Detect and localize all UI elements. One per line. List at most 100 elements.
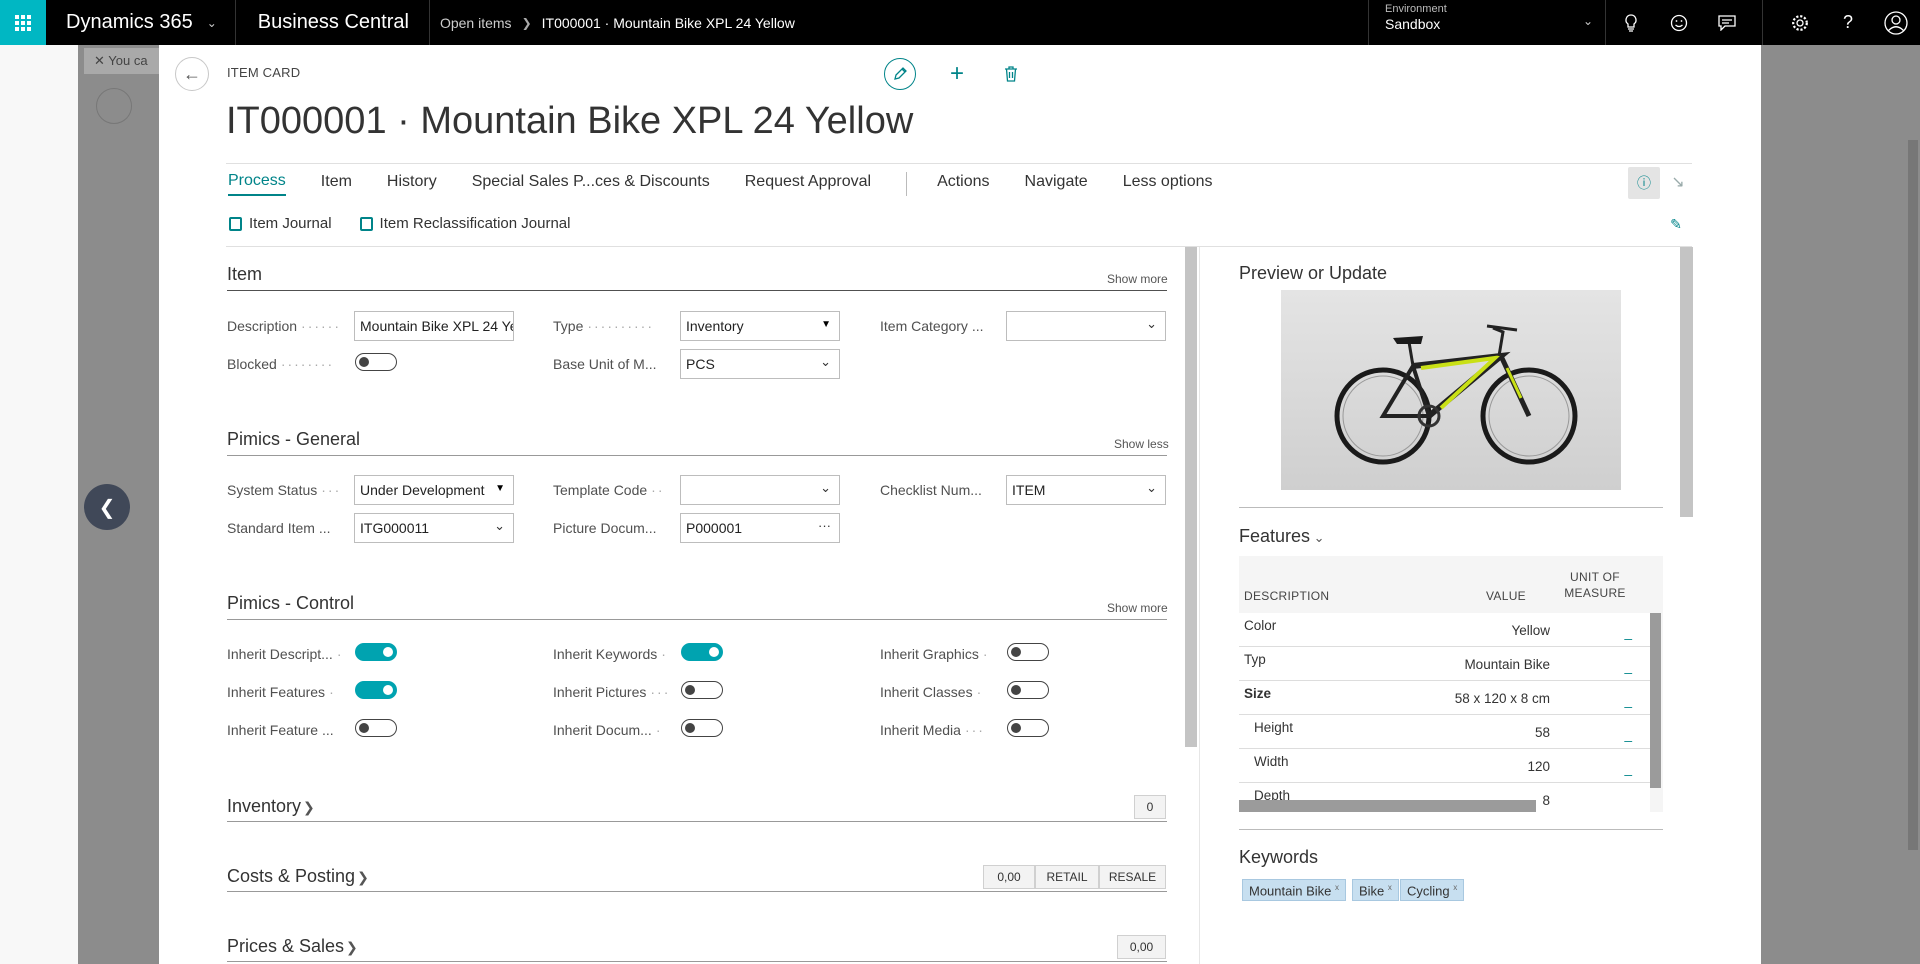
main-scrollbar[interactable] bbox=[1185, 247, 1197, 747]
table-row[interactable]: Typ Mountain Bike _ bbox=[1239, 647, 1650, 681]
tab-navigate[interactable]: Navigate bbox=[1025, 173, 1088, 195]
features-horizontal-scrollbar[interactable] bbox=[1239, 800, 1536, 812]
chevron-down-icon: ⌄ bbox=[820, 354, 831, 369]
product-name: Dynamics 365 bbox=[66, 11, 193, 33]
inherit-classes-toggle[interactable] bbox=[1007, 681, 1049, 699]
system-status-select[interactable]: Under Development ▼ bbox=[354, 475, 514, 505]
inherit-pictures-toggle[interactable] bbox=[681, 681, 723, 699]
inherit-docum-toggle[interactable] bbox=[681, 719, 723, 737]
table-row[interactable]: Height 58 _ bbox=[1239, 715, 1650, 749]
inherit-feature-x-toggle[interactable] bbox=[355, 719, 397, 737]
item-picture[interactable] bbox=[1281, 290, 1621, 490]
inherit-media-label: Inherit Media ··· bbox=[880, 722, 985, 738]
section-title-pimics-control[interactable]: Pimics - Control bbox=[227, 593, 354, 614]
tab-request-approval[interactable]: Request Approval bbox=[745, 173, 871, 195]
table-row[interactable]: Size 58 x 120 x 8 cm _ bbox=[1239, 681, 1650, 715]
chevron-down-icon: ⌄ bbox=[494, 518, 505, 533]
background-scrollbar bbox=[1908, 140, 1918, 850]
info-icon[interactable]: ⓘ bbox=[1628, 167, 1660, 199]
pin-icon[interactable]: ✎ bbox=[1664, 212, 1688, 236]
background-back-button bbox=[96, 88, 132, 124]
tab-history[interactable]: History bbox=[387, 173, 437, 195]
keyword-tag[interactable]: Bike x bbox=[1352, 879, 1399, 901]
less-options-button[interactable]: Less options bbox=[1123, 173, 1213, 195]
delete-button[interactable] bbox=[998, 58, 1024, 90]
item-reclass-journal-action[interactable]: Item Reclassification Journal bbox=[359, 215, 571, 232]
item-reclass-journal-label: Item Reclassification Journal bbox=[379, 215, 571, 232]
collapse-icon[interactable]: ↘ bbox=[1666, 170, 1690, 194]
bicycle-image bbox=[1281, 290, 1621, 490]
inherit-keywords-toggle[interactable] bbox=[681, 643, 723, 661]
chat-icon[interactable] bbox=[1703, 0, 1751, 45]
app-name[interactable]: Business Central bbox=[236, 0, 430, 45]
breadcrumb-parent[interactable]: Open items bbox=[440, 15, 512, 31]
journal-icon bbox=[229, 216, 242, 231]
base-uom-label: Base Unit of M... bbox=[553, 356, 657, 372]
tab-special-sales-prices[interactable]: Special Sales P...ces & Discounts bbox=[472, 173, 710, 195]
costs-badge-value: 0,00 bbox=[983, 865, 1035, 889]
inherit-docum-label: Inherit Docum... · bbox=[553, 722, 663, 738]
item-category-select[interactable]: ⌄ bbox=[1006, 311, 1166, 341]
sub-actions: Item Journal Item Reclassification Journ… bbox=[229, 215, 598, 232]
costs-badge-retail: RETAIL bbox=[1035, 865, 1099, 889]
page-title: IT000001 · Mountain Bike XPL 24 Yellow bbox=[226, 100, 914, 142]
picture-doc-input[interactable]: P000001 ··· bbox=[680, 513, 840, 543]
previous-record-button[interactable]: ❮ bbox=[84, 484, 130, 530]
item-journal-action[interactable]: Item Journal bbox=[229, 215, 332, 232]
section-title-costs-posting[interactable]: Costs & Posting ❯ bbox=[227, 866, 369, 887]
section-title-pimics-general[interactable]: Pimics - General bbox=[227, 429, 360, 450]
pimics-control-show-more-link[interactable]: Show more bbox=[1107, 601, 1168, 615]
table-row[interactable]: Width 120 _ bbox=[1239, 749, 1650, 783]
lightbulb-icon[interactable] bbox=[1607, 0, 1655, 45]
features-title[interactable]: Features ⌄ bbox=[1239, 526, 1325, 547]
inherit-classes-label: Inherit Classes · bbox=[880, 684, 984, 700]
section-title-prices-sales[interactable]: Prices & Sales ❯ bbox=[227, 936, 358, 957]
base-uom-select[interactable]: PCS ⌄ bbox=[680, 349, 840, 379]
inherit-descr-toggle[interactable] bbox=[355, 643, 397, 661]
keyword-tag[interactable]: Cycling x bbox=[1400, 879, 1465, 901]
tab-item[interactable]: Item bbox=[321, 173, 352, 195]
type-label: Type ·········· bbox=[553, 318, 654, 334]
chevron-down-icon: ⌄ bbox=[820, 480, 831, 495]
action-bar: Process Item History Special Sales P...c… bbox=[228, 172, 1248, 196]
user-avatar[interactable] bbox=[1872, 0, 1920, 45]
standard-item-select[interactable]: ITG000011 ⌄ bbox=[354, 513, 514, 543]
inherit-graphics-toggle[interactable] bbox=[1007, 643, 1049, 661]
section-title-item[interactable]: Item bbox=[227, 264, 262, 285]
environment-switcher[interactable]: Environment Sandbox ⌄ bbox=[1368, 0, 1606, 45]
col-header-uom[interactable]: UNIT OF MEASURE bbox=[1563, 570, 1627, 600]
gear-icon[interactable] bbox=[1776, 0, 1824, 45]
type-select[interactable]: Inventory ▼ bbox=[680, 311, 840, 341]
inherit-features-toggle[interactable] bbox=[355, 681, 397, 699]
inherit-descr-label: Inherit Descript... · bbox=[227, 646, 344, 662]
factbox-scrollbar[interactable] bbox=[1680, 247, 1693, 517]
col-header-description[interactable]: DESCRIPTION bbox=[1244, 589, 1329, 603]
col-header-value[interactable]: VALUE bbox=[1486, 589, 1526, 603]
tab-actions[interactable]: Actions bbox=[937, 173, 989, 195]
table-row[interactable]: Color Yellow _ bbox=[1239, 613, 1650, 647]
help-icon[interactable]: ? bbox=[1824, 0, 1872, 45]
breadcrumb-current: IT000001 · Mountain Bike XPL 24 Yellow bbox=[541, 14, 795, 31]
inherit-media-toggle[interactable] bbox=[1007, 719, 1049, 737]
features-vertical-scrollbar[interactable] bbox=[1650, 613, 1661, 788]
edit-button[interactable] bbox=[884, 58, 916, 90]
new-button[interactable]: + bbox=[944, 58, 970, 90]
template-code-select[interactable]: ⌄ bbox=[680, 475, 840, 505]
product-switcher[interactable]: Dynamics 365 ⌄ bbox=[46, 0, 236, 45]
description-input[interactable]: Mountain Bike XPL 24 Ye bbox=[354, 311, 514, 341]
background-notification-text: You ca bbox=[108, 53, 148, 68]
smiley-icon[interactable] bbox=[1655, 0, 1703, 45]
item-show-more-link[interactable]: Show more bbox=[1107, 272, 1168, 286]
app-launcher-button[interactable] bbox=[0, 0, 46, 45]
remove-keyword-icon: x bbox=[1453, 883, 1458, 892]
chevron-right-icon: ❯ bbox=[346, 939, 358, 955]
tab-process[interactable]: Process bbox=[228, 172, 286, 196]
section-title-inventory[interactable]: Inventory ❯ bbox=[227, 796, 315, 817]
back-button[interactable]: ← bbox=[175, 57, 209, 91]
checklist-select[interactable]: ITEM ⌄ bbox=[1006, 475, 1166, 505]
pimics-general-show-less-link[interactable]: Show less bbox=[1114, 437, 1169, 451]
chevron-down-icon: ⌄ bbox=[1146, 480, 1157, 495]
divider bbox=[1239, 507, 1663, 508]
blocked-toggle[interactable] bbox=[355, 353, 397, 371]
keyword-tag[interactable]: Mountain Bike x bbox=[1242, 879, 1347, 901]
